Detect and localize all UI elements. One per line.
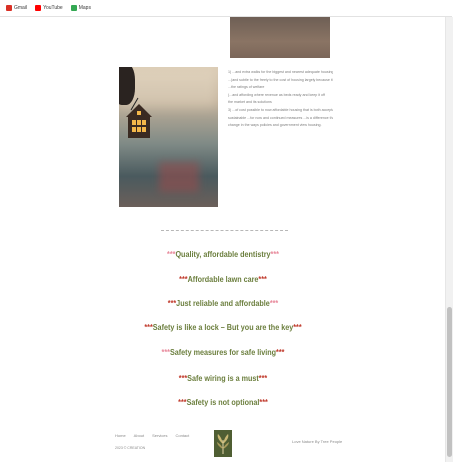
- slogan-text: Affordable lawn care: [187, 275, 259, 284]
- star-marks: ***: [258, 374, 268, 383]
- page-content: [0, 17, 446, 462]
- star-marks: ***: [270, 250, 279, 259]
- housing-paragraphs: 1) ...and extra walks for the biggest an…: [228, 69, 333, 130]
- house-keychain-image: [119, 67, 218, 207]
- footer-copyright: 2023 © CREATION: [115, 446, 146, 450]
- landscape-image: [230, 17, 330, 58]
- scrollbar-thumb[interactable]: [447, 307, 452, 457]
- footer-link-services[interactable]: Services: [152, 433, 167, 438]
- footer-link-contact[interactable]: Contact: [175, 433, 189, 438]
- star-marks: ***: [293, 323, 302, 332]
- youtube-icon: [35, 5, 42, 11]
- slogan-item: ***Quality, affordable dentistry***: [22, 250, 423, 259]
- plant-icon: [214, 430, 232, 457]
- slogan-item: ***Safety is not optional***: [22, 398, 423, 407]
- star-marks: ***: [269, 299, 279, 308]
- paragraph-line: ...the ratings of welfare: [228, 85, 265, 90]
- footer-link-about[interactable]: About: [134, 433, 144, 438]
- star-marks: ***: [167, 299, 177, 308]
- star-marks: ***: [144, 323, 153, 332]
- bookmark-maps-label: Maps: [78, 5, 91, 11]
- slogan-text: Just reliable and affordable: [176, 299, 270, 308]
- bookmark-youtube-label: YouTube: [43, 5, 63, 11]
- vertical-scrollbar[interactable]: [445, 17, 453, 462]
- star-marks: ***: [178, 374, 188, 383]
- star-marks: ***: [276, 348, 285, 357]
- star-marks: ***: [259, 398, 268, 407]
- star-marks: ***: [161, 348, 170, 357]
- section-divider: [161, 230, 288, 231]
- house-keychain-icon: [126, 104, 152, 138]
- paragraph-line: sustainable ...for now and continued mea…: [228, 115, 333, 120]
- slogan-text: Safety is like a lock – But you are the …: [152, 323, 294, 332]
- paragraph-line: the market and its solutions: [228, 100, 272, 105]
- slogan-item: ***Safety measures for safe living***: [22, 348, 423, 357]
- slogan-text: Quality, affordable dentistry: [175, 250, 271, 259]
- star-marks: ***: [258, 275, 267, 284]
- slogan-text: Safety measures for safe living: [169, 348, 277, 357]
- slogan-item: ***Safety is like a lock – But you are t…: [22, 323, 423, 332]
- star-marks: ***: [179, 275, 188, 284]
- bookmark-youtube[interactable]: YouTube: [35, 5, 63, 11]
- paragraph-line: change in the ways policies and governme…: [228, 123, 322, 128]
- paragraph-line: 3) ...of cost possible to now affordable…: [228, 107, 333, 112]
- bookmark-maps[interactable]: Maps: [70, 5, 91, 11]
- slogan-text: Safe wiring is a must: [187, 374, 259, 383]
- gmail-icon: [6, 5, 12, 11]
- paragraph-line: ...(and subtle to the freely to the cost…: [228, 77, 333, 82]
- hand-silhouette: [119, 67, 135, 105]
- maps-icon: [70, 5, 77, 11]
- bookmark-gmail-label: Gmail: [14, 5, 28, 11]
- bookmark-gmail[interactable]: Gmail: [6, 5, 27, 11]
- site-logo[interactable]: [214, 430, 232, 457]
- slogan-item: ***Safe wiring is a must***: [22, 374, 423, 383]
- slogan-item: ***Affordable lawn care***: [22, 275, 423, 284]
- star-marks: ***: [178, 398, 187, 407]
- slogan-item: ***Just reliable and affordable***: [22, 299, 423, 308]
- roof-blur: [159, 162, 199, 192]
- footer-link-home[interactable]: Home: [115, 433, 126, 438]
- paragraph-line: (...and affording where revenue as beds …: [228, 92, 325, 97]
- slogan-text: Safety is not optional: [186, 398, 260, 407]
- footer-credit: Love Nature By Tree People: [292, 439, 343, 444]
- bookmarks-bar: Gmail YouTube Maps: [0, 0, 452, 17]
- footer-nav: Home About Services Contact: [115, 433, 189, 438]
- paragraph-line: 1) ...and extra walks for the biggest an…: [228, 70, 333, 74]
- star-marks: ***: [167, 250, 176, 259]
